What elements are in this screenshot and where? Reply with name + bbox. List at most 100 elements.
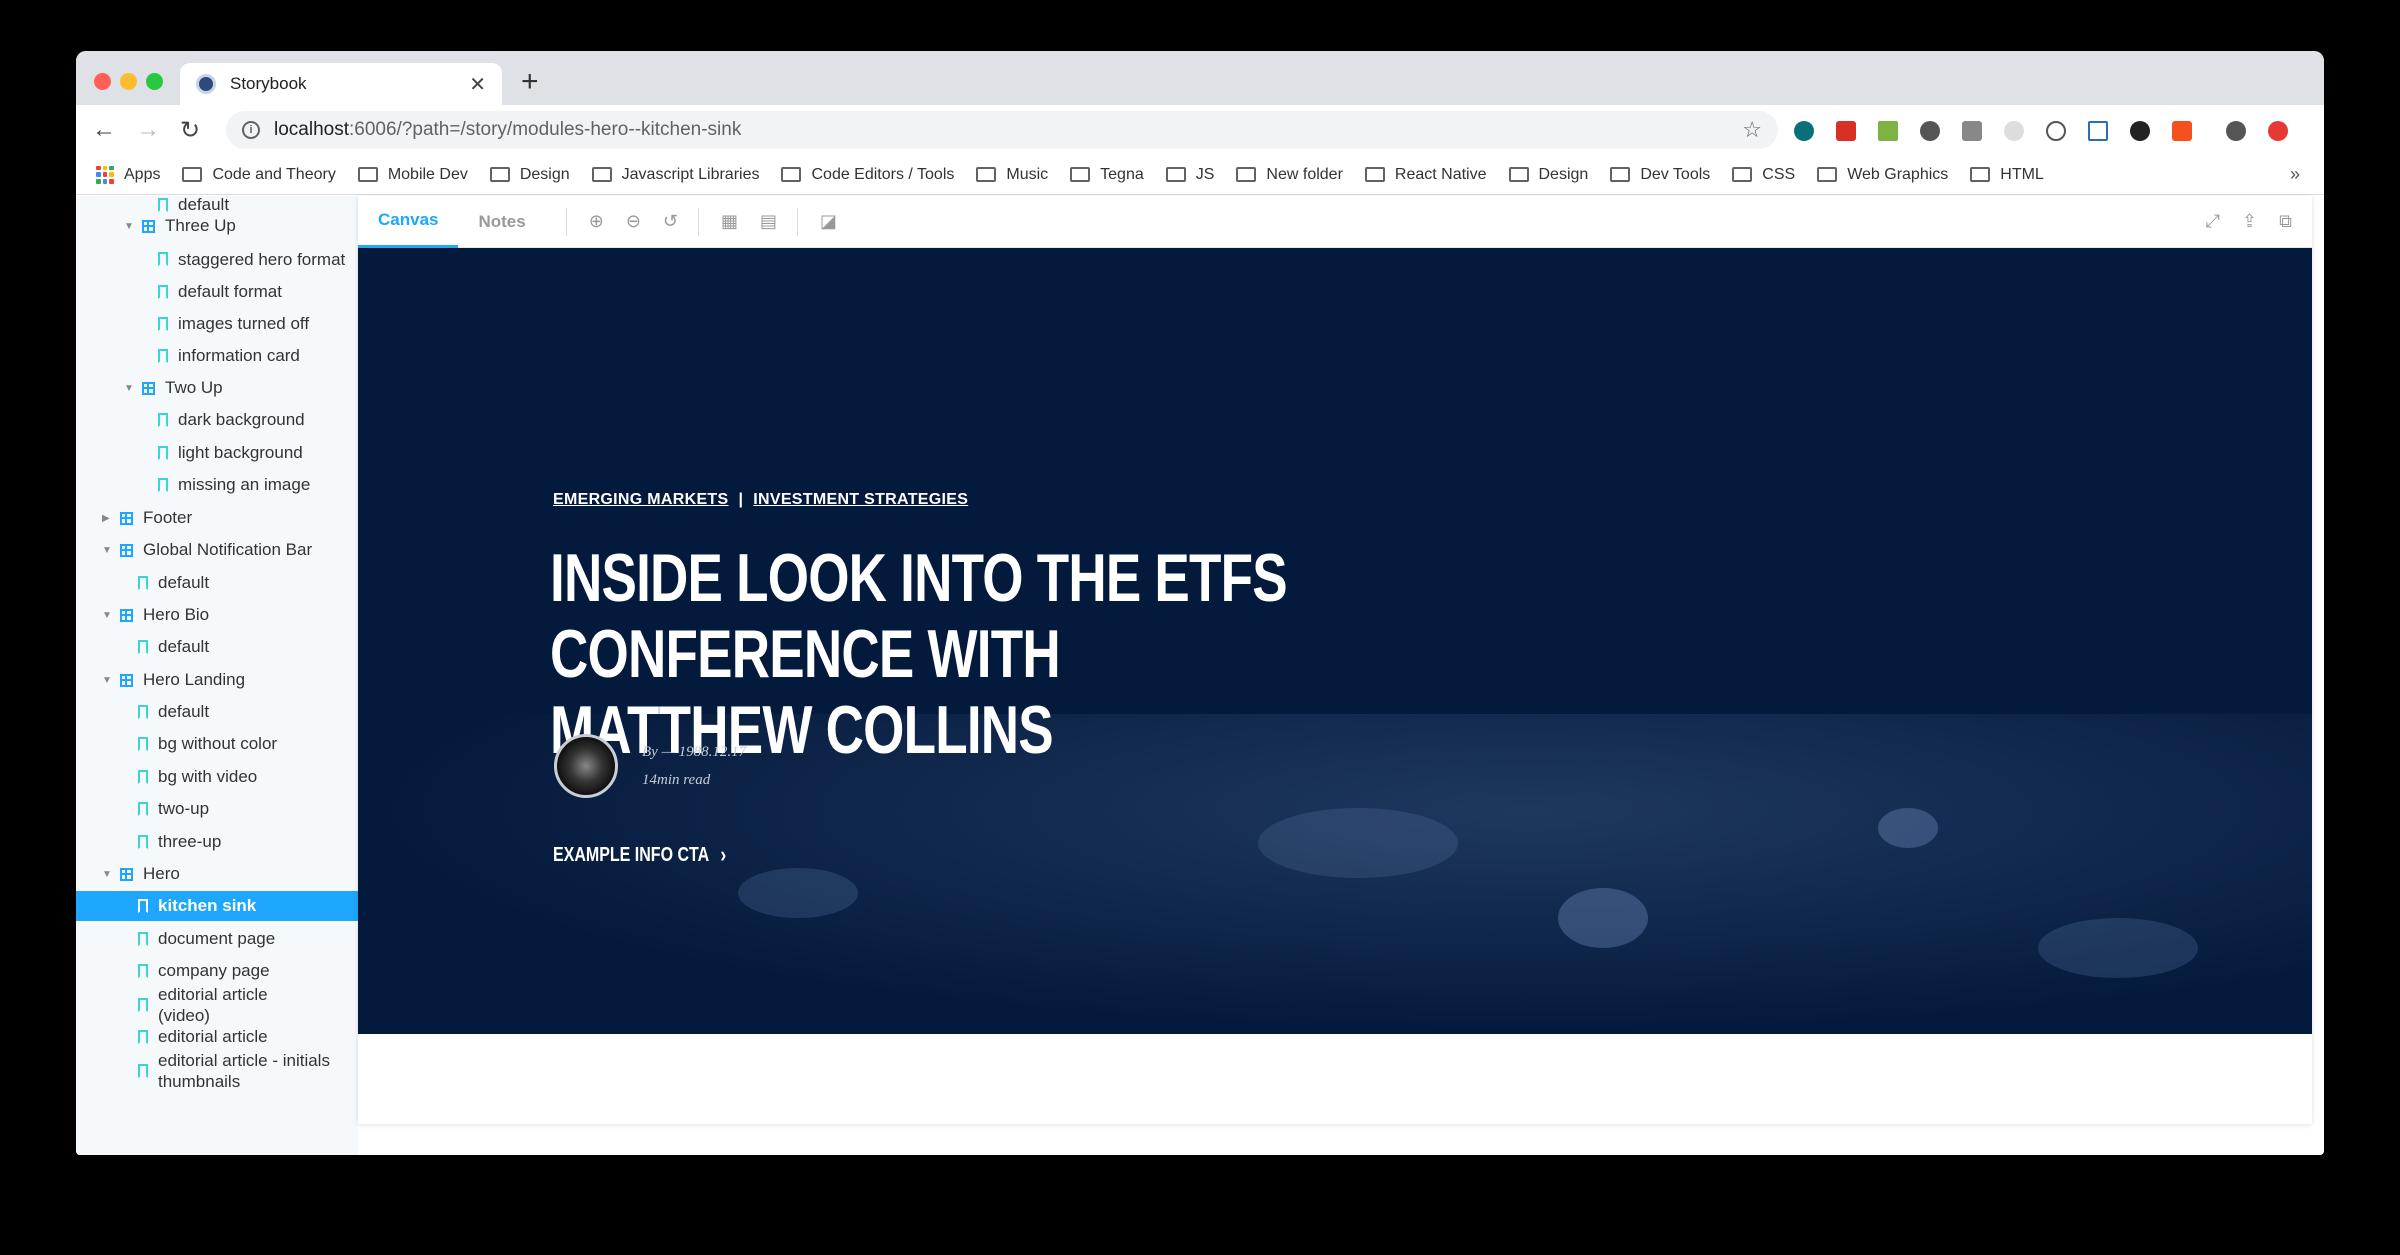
address-bar[interactable]: i localhost :6006/?path=/story/modules-h… [226,111,1778,149]
tree-story-item-selected[interactable]: kitchen sink [76,891,358,921]
tree-story-item[interactable]: editorial article [138,1022,268,1052]
contrast-icon[interactable]: ◪ [820,211,837,232]
tree-story-item[interactable]: editorial article - initials thumbnails [138,1049,343,1093]
bookmark-folder[interactable]: Javascript Libraries [591,166,759,184]
bookmark-folder[interactable]: Tegna [1070,166,1144,184]
preview-toolbar: Canvas Notes ⊕ ⊖ ↺ ▦ ▤ ◪ ⤢ ⇪ ⧉ [358,196,2312,248]
extension-code-icon[interactable] [2046,121,2066,141]
preview-toolbar-right: ⤢ ⇪ ⧉ [2206,211,2292,232]
bookmark-icon [158,478,168,492]
headline-line: INSIDE LOOK INTO THE ETFS CONFERENCE WIT… [550,540,1288,692]
tree-item-label: default [158,637,210,656]
profile-avatar-icon[interactable] [2226,121,2246,141]
bookmark-folder[interactable]: React Native [1364,165,1487,184]
extension-off-icon[interactable] [2172,121,2192,141]
tree-story-item[interactable]: two-up [138,794,209,824]
tab-notes[interactable]: Notes [458,196,545,248]
tree-story-item[interactable]: bg without color [138,729,277,759]
tree-component-item[interactable]: ▼ Two Up [124,373,223,403]
browser-tab[interactable]: Storybook ✕ [180,63,502,105]
component-icon [120,608,133,622]
tree-story-item[interactable]: default format [158,277,282,307]
folder-icon [1070,167,1091,182]
tree-story-item[interactable]: default [138,632,209,662]
fullscreen-icon[interactable]: ⤢ [2206,211,2220,232]
tree-story-item[interactable]: company page [138,956,270,986]
tree-story-item[interactable]: document page [138,924,275,954]
bookmark-folder[interactable]: Web Graphics [1817,166,1948,184]
close-tab-icon[interactable]: ✕ [469,72,486,97]
bookmark-folder[interactable]: New folder [1236,166,1343,184]
bookmarks-overflow-button[interactable]: » [2290,164,2300,185]
forward-button[interactable]: → [136,116,160,144]
zoom-reset-icon[interactable]: ↺ [663,211,678,232]
extension-u-icon[interactable] [1794,121,1814,141]
extension-update-icon[interactable] [2268,121,2288,141]
tree-story-item[interactable]: information card [158,341,300,371]
bookmark-folder[interactable]: Code and Theory [182,166,336,184]
copy-icon[interactable]: ⧉ [2279,211,2292,232]
bookmarks-bar: Apps Code and Theory Mobile Dev Design J… [76,155,2324,195]
folder-icon [1817,167,1838,182]
bookmark-label: React Native [1394,165,1487,183]
background-icon[interactable]: ▤ [760,211,777,232]
author-meta: By — 1988.12.17 14min read [642,738,746,794]
tree-story-item[interactable]: staggered hero format [158,237,348,281]
bookmark-label: Tegna [1100,165,1144,183]
component-icon [142,219,155,233]
tree-component-item[interactable]: ▼ Global Notification Bar [102,535,312,565]
eyebrow-separator: | [738,491,744,508]
hero-cta-link[interactable]: Example Info CTA › [553,842,726,868]
tree-story-item[interactable]: light background [158,438,303,468]
eyebrow-link-emerging-markets[interactable]: Emerging Markets [553,491,728,509]
bookmark-folder[interactable]: JS [1165,166,1214,184]
back-button[interactable]: ← [92,116,116,144]
tree-component-item[interactable]: ▼ Hero [102,859,180,889]
bookmark-folder[interactable]: HTML [1970,166,2044,184]
extension-chart-icon[interactable] [1878,121,1898,141]
bookmark-icon [138,899,148,913]
tree-story-item[interactable]: dark background [158,405,305,435]
tree-story-item[interactable]: default [138,697,209,727]
tree-story-item[interactable]: bg with video [138,762,257,792]
bookmark-folder[interactable]: Dev Tools [1610,166,1710,184]
tree-story-item[interactable]: images turned off [158,309,309,339]
bookmark-apps[interactable]: Apps [96,165,160,184]
extension-drop-icon[interactable] [2130,121,2150,141]
bookmark-folder[interactable]: Code Editors / Tools [781,166,954,184]
tree-item-label: default [158,573,210,592]
extension-gmail-icon[interactable] [1836,121,1856,141]
extension-shield-icon[interactable] [1920,121,1940,141]
site-info-icon[interactable]: i [242,121,260,139]
tree-story-item[interactable]: three-up [138,827,221,857]
grid-icon[interactable]: ▦ [721,211,738,232]
zoom-out-icon[interactable]: ⊖ [626,211,641,232]
share-icon[interactable]: ⇪ [2242,211,2257,232]
reload-button[interactable]: ↻ [180,116,200,145]
bookmark-folder[interactable]: Mobile Dev [357,166,468,184]
bookmark-folder[interactable]: Music [976,166,1048,184]
tab-canvas[interactable]: Canvas [358,196,459,248]
tree-story-item[interactable]: editorial article (video) [138,983,318,1027]
new-tab-button[interactable]: + [521,65,539,99]
eyebrow-link-investment-strategies[interactable]: Investment Strategies [753,491,968,509]
close-window-button[interactable] [94,73,111,90]
bookmark-folder[interactable]: Design [489,166,570,184]
zoom-in-icon[interactable]: ⊕ [589,211,604,232]
tree-component-item[interactable]: ▶ Footer [102,503,192,533]
extension-camera-icon[interactable] [1962,121,1982,141]
extension-dot-icon[interactable] [2004,121,2024,141]
tree-story-item[interactable]: default [138,568,209,598]
bookmark-folder[interactable]: Design [1508,166,1588,184]
hero-module: Emerging Markets | Investment Strategies… [358,248,2312,1034]
component-icon [120,511,133,525]
caret-right-icon: ▶ [102,512,110,524]
maximize-window-button[interactable] [146,73,163,90]
bookmark-star-icon[interactable]: ☆ [1742,117,1762,143]
tree-component-item[interactable]: ▼ Hero Landing [102,665,245,695]
tree-story-item[interactable]: missing an image [158,470,310,500]
tree-component-item[interactable]: ▼ Hero Bio [102,600,209,630]
minimize-window-button[interactable] [120,73,137,90]
extension-triangle-icon[interactable] [2088,121,2108,141]
bookmark-folder[interactable]: CSS [1732,166,1795,184]
